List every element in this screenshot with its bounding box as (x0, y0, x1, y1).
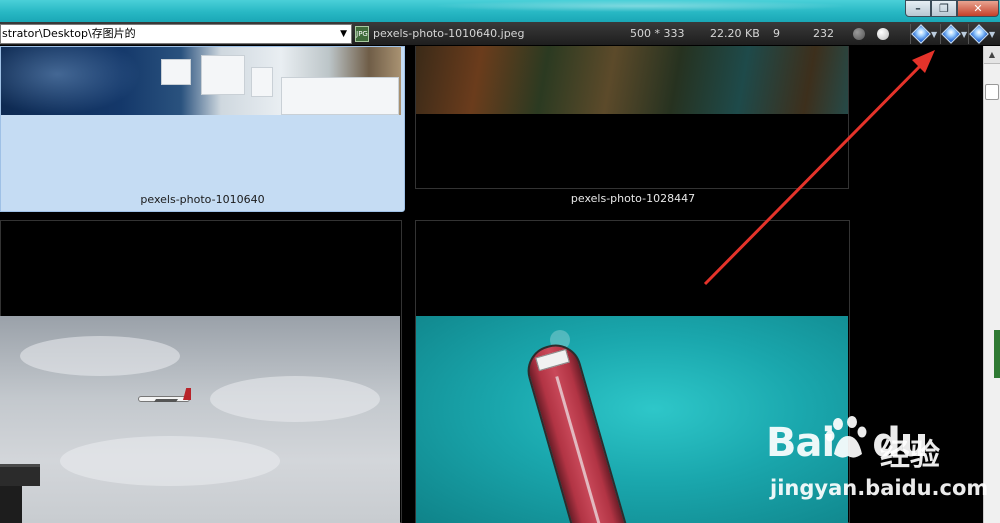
nav-prev-button[interactable]: ▼ (910, 24, 937, 44)
thumbnail-caption: pexels-photo-1028447 (570, 192, 696, 205)
building (251, 67, 273, 97)
hangar-wall (0, 486, 22, 523)
annotation-arrow-head (912, 50, 935, 73)
baidu-watermark: Bai du 经验 jingyan.baidu.com (766, 416, 988, 510)
viewer-toolbar: strator\Desktop\存图片的 ▼ JPG pexels-photo-… (0, 22, 1000, 46)
cloud (60, 436, 280, 486)
current-file-name: pexels-photo-1010640.jpeg (373, 27, 525, 40)
count-value-b: 232 (813, 27, 834, 40)
chevron-down-icon: ▼ (989, 29, 996, 39)
white-dot-icon[interactable] (877, 28, 889, 40)
jpeg-file-icon: JPG (355, 26, 369, 42)
scroll-thumb[interactable] (985, 84, 999, 100)
folder-path-dropdown[interactable]: strator\Desktop\存图片的 ▼ (0, 24, 352, 44)
building (161, 59, 191, 85)
count-value-a: 9 (773, 27, 780, 40)
restore-icon: ❐ (939, 2, 949, 15)
thumbnail-tile[interactable] (0, 220, 402, 523)
thumbnail-image[interactable] (416, 46, 848, 114)
restore-button[interactable]: ❐ (931, 0, 957, 17)
airplane-wing (153, 399, 179, 402)
gray-dot-icon[interactable] (853, 28, 865, 40)
thumbnail-tile[interactable]: pexels-photo-1028447 (415, 46, 850, 212)
close-button[interactable]: ✕ (957, 0, 999, 17)
nav-next-icon (941, 24, 961, 44)
minimize-icon: – (915, 2, 921, 15)
chevron-down-icon: ▼ (931, 29, 938, 39)
minimize-button[interactable]: – (905, 0, 931, 17)
thumbnail-caption: pexels-photo-1010640 (140, 193, 265, 206)
cloud (20, 336, 180, 376)
hangar-roof (0, 464, 40, 486)
thumbnail-image[interactable] (1, 47, 401, 115)
sea-highlight (1, 47, 141, 115)
dropdown-arrow-icon[interactable]: ▼ (340, 25, 347, 43)
cloud (210, 376, 380, 422)
building (281, 77, 399, 115)
close-icon: ✕ (973, 2, 983, 15)
tanker-ship (521, 338, 629, 523)
nav-prev-icon (911, 24, 931, 44)
vertical-scrollbar[interactable]: ▲ (983, 46, 1000, 523)
thumbnail-tile[interactable]: pexels-photo-1010640 (0, 46, 405, 212)
window-controls: – ❐ ✕ (905, 0, 999, 17)
building (201, 55, 245, 95)
nav-next-button[interactable]: ▼ (940, 24, 967, 44)
file-size: 22.20 KB (710, 27, 760, 40)
thumbnail-image[interactable] (0, 316, 400, 523)
scroll-up-icon[interactable]: ▲ (984, 46, 1000, 64)
nav-menu-button[interactable]: ▼ (968, 24, 995, 44)
ship-deck-pipe (555, 376, 603, 523)
titlebar-glow (430, 0, 850, 12)
ship-bridge (535, 348, 570, 372)
nav-menu-icon (969, 24, 989, 44)
paw-icon (825, 416, 867, 458)
airplane-tail (183, 388, 191, 400)
side-indicator (994, 330, 1000, 378)
image-dimensions: 500 * 333 (630, 27, 685, 40)
folder-path-text: strator\Desktop\存图片的 (2, 27, 136, 40)
watermark-chinese: 经验 (880, 438, 940, 473)
window-titlebar: – ❐ ✕ (0, 0, 1000, 22)
watermark-url: jingyan.baidu.com (770, 476, 989, 500)
chevron-down-icon: ▼ (961, 29, 968, 39)
